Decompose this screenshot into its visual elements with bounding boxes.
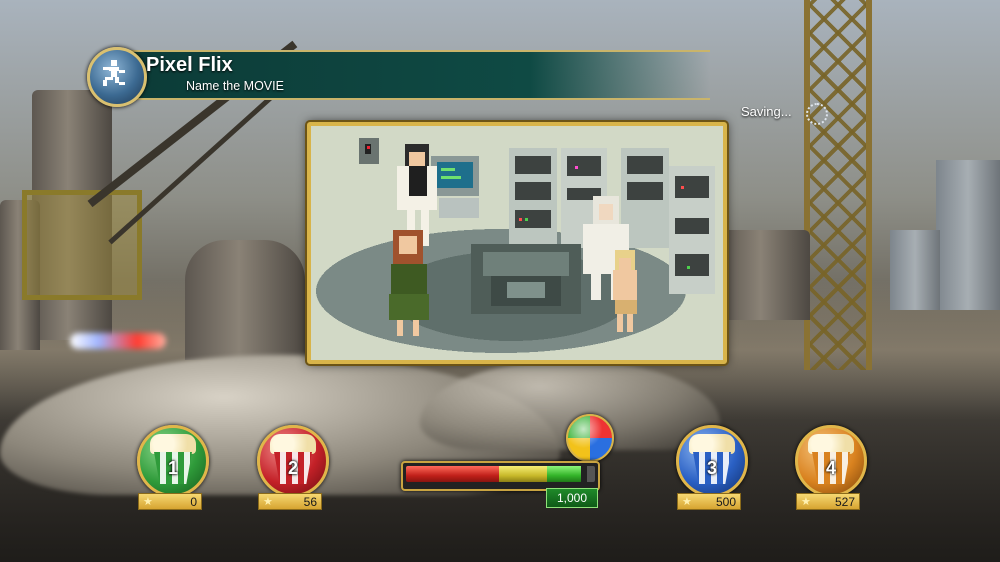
round-timer-bar	[401, 461, 600, 491]
player-4-slot: 4 ★ 527	[795, 425, 867, 535]
xbox-guide-orb-icon	[566, 414, 614, 462]
game-instruction: Name the MOVIE	[186, 79, 284, 93]
saving-spinner-icon	[806, 103, 828, 125]
star-icon: ★	[143, 496, 153, 508]
saving-text: Saving...	[741, 104, 792, 119]
player-score-value: 500	[715, 495, 736, 509]
popcorn-bucket-icon: 2	[257, 425, 329, 497]
lattice-crane-tower	[804, 0, 872, 370]
player-3-slot: 3 ★ 500	[676, 425, 748, 535]
player-score-value: 527	[834, 495, 855, 509]
game-title: Pixel Flix	[146, 54, 233, 76]
yellow-crane-cab	[22, 190, 142, 300]
star-icon: ★	[263, 496, 273, 508]
player-score: ★ 500	[677, 493, 741, 510]
player-score-value: 0	[190, 495, 197, 509]
running-pixel-man-icon	[87, 47, 147, 107]
player-number: 3	[706, 458, 717, 478]
timer-yellow-segment	[499, 466, 547, 482]
player-number: 1	[167, 458, 178, 478]
player-number: 4	[825, 458, 836, 478]
factory-right	[720, 230, 810, 320]
skyscraper-small	[890, 230, 940, 310]
popcorn-bucket-icon: 4	[795, 425, 867, 497]
player-score: ★ 0	[138, 493, 202, 510]
storage-tank	[185, 240, 305, 360]
popcorn-bucket-icon: 3	[676, 425, 748, 497]
player-number: 2	[287, 458, 298, 478]
round-points-value: 1,000	[546, 488, 598, 508]
pixel-art-puzzle-image	[307, 122, 727, 364]
player-score: ★ 527	[796, 493, 860, 510]
star-icon: ★	[801, 496, 811, 508]
skyscraper	[936, 160, 1000, 310]
timer-red-segment	[406, 466, 499, 482]
star-icon: ★	[682, 496, 692, 508]
player-score: ★ 56	[258, 493, 322, 510]
player-1-slot: 1 ★ 0	[137, 425, 209, 535]
timer-green-segment	[547, 466, 581, 482]
timer-end-cap	[587, 466, 595, 482]
police-siren-light	[70, 333, 166, 349]
popcorn-bucket-icon: 1	[137, 425, 209, 497]
player-2-slot: 2 ★ 56	[257, 425, 329, 535]
player-score-value: 56	[303, 495, 317, 509]
